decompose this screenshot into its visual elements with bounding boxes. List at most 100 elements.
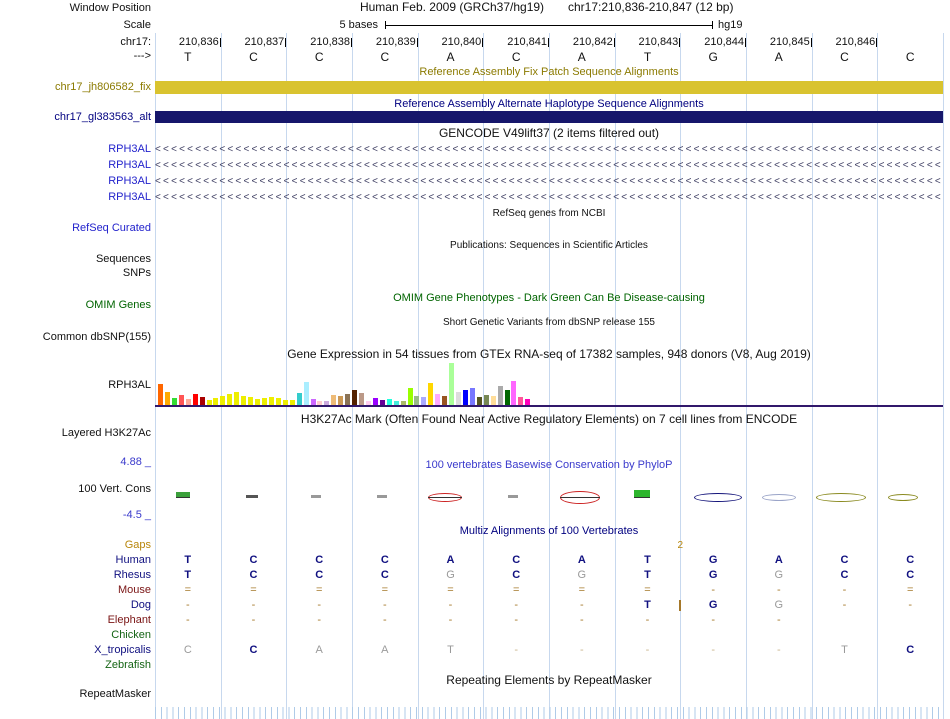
omim-track-title[interactable]: OMIM Gene Phenotypes - Dark Green Can Be… <box>393 292 705 305</box>
gencode-transcript-arrows[interactable]: <<<<<<<<<<<<<<<<<<<<<<<<<<<<<<<<<<<<<<<<… <box>155 143 943 156</box>
gtex-expression-bar[interactable] <box>469 388 475 405</box>
alignment-base: - <box>579 614 584 626</box>
gtex-expression-bar[interactable] <box>338 396 344 405</box>
base-gridline <box>943 33 944 719</box>
alt-haplotype-alignment-bar[interactable] <box>155 111 943 123</box>
gtex-expression-bar[interactable] <box>490 396 496 405</box>
species-label-dog[interactable]: Dog <box>0 599 151 612</box>
gtex-expression-bar[interactable] <box>241 396 247 405</box>
species-label-gaps[interactable]: Gaps <box>0 539 151 552</box>
refseq-track-title[interactable]: RefSeq genes from NCBI <box>493 207 606 220</box>
h3k27ac-label[interactable]: Layered H3K27Ac <box>0 427 151 440</box>
gtex-expression-bar[interactable] <box>220 396 226 405</box>
phylop-track-label[interactable]: 100 Vert. Cons <box>0 483 151 496</box>
gtex-expression-bar[interactable] <box>449 363 455 405</box>
reference-base: C <box>314 50 324 64</box>
alignment-base: - <box>711 584 716 596</box>
gtex-expression-bar[interactable] <box>428 383 434 405</box>
dbsnp-track-title[interactable]: Short Genetic Variants from dbSNP releas… <box>443 316 655 329</box>
gtex-expression-bar[interactable] <box>497 386 503 405</box>
sequences-label[interactable]: Sequences <box>0 253 151 266</box>
gtex-expression-bar[interactable] <box>435 394 441 405</box>
gtex-expression-bar[interactable] <box>414 396 420 405</box>
gtex-expression-bar[interactable] <box>476 397 482 405</box>
gtex-expression-bar[interactable] <box>442 396 448 405</box>
gtex-expression-bar[interactable] <box>192 394 198 405</box>
gtex-expression-bar[interactable] <box>213 398 219 405</box>
gencode-transcript-arrows[interactable]: <<<<<<<<<<<<<<<<<<<<<<<<<<<<<<<<<<<<<<<<… <box>155 159 943 172</box>
gtex-expression-bar[interactable] <box>178 395 184 405</box>
gencode-gene-label[interactable]: RPH3AL <box>0 191 151 204</box>
dbsnp-label[interactable]: Common dbSNP(155) <box>0 331 151 344</box>
gencode-gene-label[interactable]: RPH3AL <box>0 159 151 172</box>
fix-patch-track-title[interactable]: Reference Assembly Fix Patch Sequence Al… <box>419 66 678 79</box>
gtex-expression-bar[interactable] <box>504 390 510 405</box>
repeatmasker-track-title[interactable]: Repeating Elements by RepeatMasker <box>446 674 651 687</box>
species-label-chicken[interactable]: Chicken <box>0 629 151 642</box>
base-gridline <box>811 33 813 719</box>
gtex-expression-bar[interactable] <box>511 381 517 405</box>
gencode-transcript-arrows[interactable]: <<<<<<<<<<<<<<<<<<<<<<<<<<<<<<<<<<<<<<<<… <box>155 175 943 188</box>
species-label-zebrafish[interactable]: Zebrafish <box>0 659 151 672</box>
species-label-human[interactable]: Human <box>0 554 151 567</box>
phylop-track-title[interactable]: 100 vertebrates Basewise Conservation by… <box>425 459 672 472</box>
phylop-axis-min: -4.5 _ <box>122 509 151 521</box>
gtex-gene-model-line[interactable] <box>155 405 943 407</box>
species-label-mouse[interactable]: Mouse <box>0 584 151 597</box>
gencode-gene-label[interactable]: RPH3AL <box>0 175 151 188</box>
gtex-expression-bar[interactable] <box>518 397 524 405</box>
gtex-expression-bar[interactable] <box>462 390 468 405</box>
gtex-expression-bar[interactable] <box>296 393 302 405</box>
repeatmasker-label[interactable]: RepeatMasker <box>0 688 151 701</box>
gtex-expression-bar[interactable] <box>483 395 489 405</box>
alignment-base: - <box>776 644 781 656</box>
gencode-gene-label[interactable]: RPH3AL <box>0 143 151 156</box>
omim-genes-label[interactable]: OMIM Genes <box>0 299 151 312</box>
gtex-expression-bar[interactable] <box>331 395 337 405</box>
gtex-expression-bar[interactable] <box>359 393 364 405</box>
phylop-baseline-mark <box>560 497 600 498</box>
gtex-expression-bar[interactable] <box>158 384 163 405</box>
gencode-track-title[interactable]: GENCODE V49lift37 (2 items filtered out) <box>439 127 659 140</box>
gtex-expression-bar[interactable] <box>407 388 413 405</box>
fix-patch-alignment-bar[interactable] <box>155 81 943 94</box>
gtex-expression-bar[interactable] <box>227 394 233 405</box>
snps-label[interactable]: SNPs <box>0 267 151 280</box>
refseq-curated-label[interactable]: RefSeq Curated <box>0 222 151 235</box>
gtex-expression-bar[interactable] <box>275 398 281 405</box>
gtex-expression-bar[interactable] <box>456 392 461 405</box>
species-label-elephant[interactable]: Elephant <box>0 614 151 627</box>
gtex-expression-bar[interactable] <box>234 392 240 405</box>
base-gridline <box>352 33 353 719</box>
gtex-expression-bar[interactable] <box>421 397 427 405</box>
base-position-bottom-ruler[interactable] <box>155 707 943 719</box>
alignment-base: A <box>381 644 389 656</box>
gtex-expression-bar[interactable] <box>268 397 274 405</box>
phylop-axis-max: 4.88 _ <box>120 456 151 468</box>
gtex-expression-bar[interactable] <box>372 398 378 405</box>
h3k27ac-track-title[interactable]: H3K27Ac Mark (Often Found Near Active Re… <box>301 413 797 426</box>
alignment-base: G <box>774 599 784 611</box>
gtex-expression-bar[interactable] <box>164 392 170 405</box>
gtex-expression-bar[interactable] <box>199 397 205 405</box>
gtex-expression-bar[interactable] <box>352 390 357 405</box>
alt-haplotype-track-label[interactable]: chr17_gl383563_alt <box>0 111 151 124</box>
gtex-track-title[interactable]: Gene Expression in 54 tissues from GTEx … <box>287 348 811 361</box>
publications-track-title[interactable]: Publications: Sequences in Scientific Ar… <box>450 239 648 252</box>
gtex-expression-bar[interactable] <box>261 398 267 405</box>
alt-haplotype-track-title[interactable]: Reference Assembly Alternate Haplotype S… <box>394 98 703 111</box>
species-label-rhesus[interactable]: Rhesus <box>0 569 151 582</box>
alignment-base: - <box>251 599 256 611</box>
gtex-expression-bar[interactable] <box>171 398 177 405</box>
alignment-base: - <box>185 614 190 626</box>
gencode-transcript-arrows[interactable]: <<<<<<<<<<<<<<<<<<<<<<<<<<<<<<<<<<<<<<<<… <box>155 191 943 204</box>
alignment-base: - <box>579 644 584 656</box>
multiz-track-title[interactable]: Multiz Alignments of 100 Vertebrates <box>460 525 639 538</box>
species-label-x_tropicalis[interactable]: X_tropicalis <box>0 644 151 657</box>
alignment-base: = <box>315 584 323 596</box>
fix-patch-track-label[interactable]: chr17_jh806582_fix <box>0 81 151 94</box>
gtex-expression-bar[interactable] <box>248 397 254 405</box>
gtex-expression-bar[interactable] <box>345 394 351 405</box>
gtex-gene-label[interactable]: RPH3AL <box>0 379 151 392</box>
gtex-expression-bar[interactable] <box>303 382 309 405</box>
